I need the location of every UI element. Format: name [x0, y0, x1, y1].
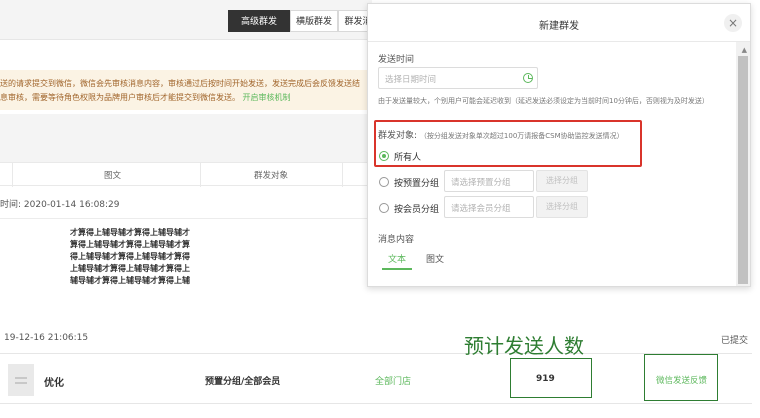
- preset-group-placeholder: 请选择预置分组: [451, 178, 511, 188]
- record-time-value: 2020-01-14 16:08:29: [23, 200, 120, 210]
- new-broadcast-dialog: 新建群发 × ▲ 发送时间 选择日期时间 由于发送量较大，个别用户可能会延迟收到…: [367, 3, 751, 287]
- content-tab-article[interactable]: 图文: [426, 252, 444, 265]
- radio-member-group-label[interactable]: 按会员分组: [394, 202, 439, 215]
- dialog-scrollbar-thumb[interactable]: [738, 56, 748, 284]
- notice-line-2-text: 息审核，需要等待角色权限为品牌用户审核后才能提交到微信发送。: [0, 93, 240, 102]
- target-row: 群发对象: （按分组发送对象单次超过100万请报备CSM协助监控发送情况）: [378, 128, 624, 141]
- select-member-group-button[interactable]: 选择分组: [536, 196, 588, 218]
- member-group-input[interactable]: 请选择会员分组: [444, 196, 534, 218]
- record-target: 预置分组/全部会员: [205, 377, 281, 387]
- message-list-panel: 高级群发 横版群发 群发消 送的请求提交到微信，微信会先审核消息内容，审核通过后…: [0, 0, 372, 290]
- tab-bar: 高级群发 横版群发 群发消: [0, 0, 372, 40]
- status-badge: 已提交: [720, 336, 748, 346]
- record-article-text: 才算得上辅导辅才算得上辅导辅才 算得上辅导辅才算得上辅导辅才算 得上辅导辅才算得…: [70, 227, 208, 290]
- dialog-title: 新建群发: [539, 21, 579, 32]
- radio-all-users-label[interactable]: 所有人: [394, 150, 421, 163]
- send-time-picker[interactable]: 选择日期时间: [378, 67, 538, 89]
- row-divider: [0, 218, 372, 219]
- column-header-target: 群发对象: [254, 171, 289, 181]
- send-time-placeholder: 选择日期时间: [385, 75, 437, 85]
- send-time-hint: 由于发送量较大，个别用户可能会延迟收到（延迟发送必须设定为当前时间10分钟后，否…: [378, 97, 709, 105]
- scroll-up-icon[interactable]: ▲: [742, 46, 747, 54]
- column-divider: [342, 163, 343, 187]
- notice-banner: 送的请求提交到微信，微信会先审核消息内容，审核通过后按时间开始发送，发送完成后会…: [0, 70, 372, 110]
- enable-review-link[interactable]: 开启审核机制: [243, 93, 291, 102]
- record-store: 全部门店: [375, 377, 412, 387]
- wechat-feedback-link[interactable]: 微信发送反馈: [656, 374, 707, 386]
- content-tab-text[interactable]: 文本: [388, 252, 406, 265]
- target-label: 群发对象:: [378, 131, 418, 141]
- record-recipient-count: 919: [536, 374, 555, 384]
- record-time: 时间: 2020-01-14 16:08:29: [0, 197, 120, 210]
- record-date: 19-12-16 21:06:15: [4, 333, 89, 343]
- column-divider: [12, 163, 13, 187]
- preset-group-input[interactable]: 请选择预置分组: [444, 170, 534, 192]
- close-icon[interactable]: ×: [724, 14, 742, 32]
- tab-advanced-broadcast[interactable]: 高级群发: [228, 10, 290, 32]
- filter-band: [0, 114, 372, 162]
- clock-icon: [523, 73, 533, 83]
- record-name: 优化: [44, 378, 64, 389]
- column-header-article: 图文: [104, 171, 122, 181]
- select-preset-group-button[interactable]: 选择分组: [536, 170, 588, 192]
- notice-line-2: 息审核，需要等待角色权限为品牌用户审核后才能提交到微信发送。 开启审核机制: [0, 92, 291, 103]
- message-content-label: 消息内容: [378, 235, 415, 245]
- radio-preset-group-label[interactable]: 按预置分组: [394, 176, 439, 189]
- dialog-header: 新建群发 ×: [368, 4, 750, 42]
- table-header: 图文 群发对象: [0, 162, 372, 187]
- article-text-line: 才算得上辅导辅才算得上辅导辅才: [70, 228, 190, 237]
- sent-record-panel: 19-12-16 21:06:15 已提交 优化 预置分组/全部会员 全部门店 …: [0, 320, 752, 404]
- document-icon: [8, 364, 34, 396]
- estimated-recipients-annotation: 预计发送人数: [464, 334, 584, 358]
- active-tab-underline: [382, 268, 412, 270]
- article-text-line: 得上辅导辅才算得上辅导辅才算得: [70, 252, 190, 261]
- member-group-placeholder: 请选择会员分组: [451, 204, 511, 214]
- record-time-label: 时间:: [0, 200, 22, 210]
- table-row: 优化 预置分组/全部会员 全部门店 919 微信发送反馈: [0, 354, 752, 404]
- radio-preset-group[interactable]: [379, 177, 389, 187]
- radio-member-group[interactable]: [379, 203, 389, 213]
- column-divider: [200, 163, 201, 187]
- notice-line-1: 送的请求提交到微信，微信会先审核消息内容，审核通过后按时间开始发送，发送完成后会…: [0, 79, 360, 88]
- radio-all-users[interactable]: [379, 151, 389, 161]
- article-text-line: 算得上辅导辅才算得上辅导辅才算: [70, 240, 190, 249]
- send-time-label: 发送时间: [378, 55, 415, 65]
- tab-horizontal-broadcast[interactable]: 横版群发: [290, 10, 338, 32]
- article-text-line: 辅导辅才算得上辅导辅才算得上辅: [70, 276, 190, 285]
- target-hint: （按分组发送对象单次超过100万请报备CSM协助监控发送情况）: [419, 132, 624, 140]
- article-text-line: 上辅导辅才算得上辅导辅才算得上: [70, 264, 190, 273]
